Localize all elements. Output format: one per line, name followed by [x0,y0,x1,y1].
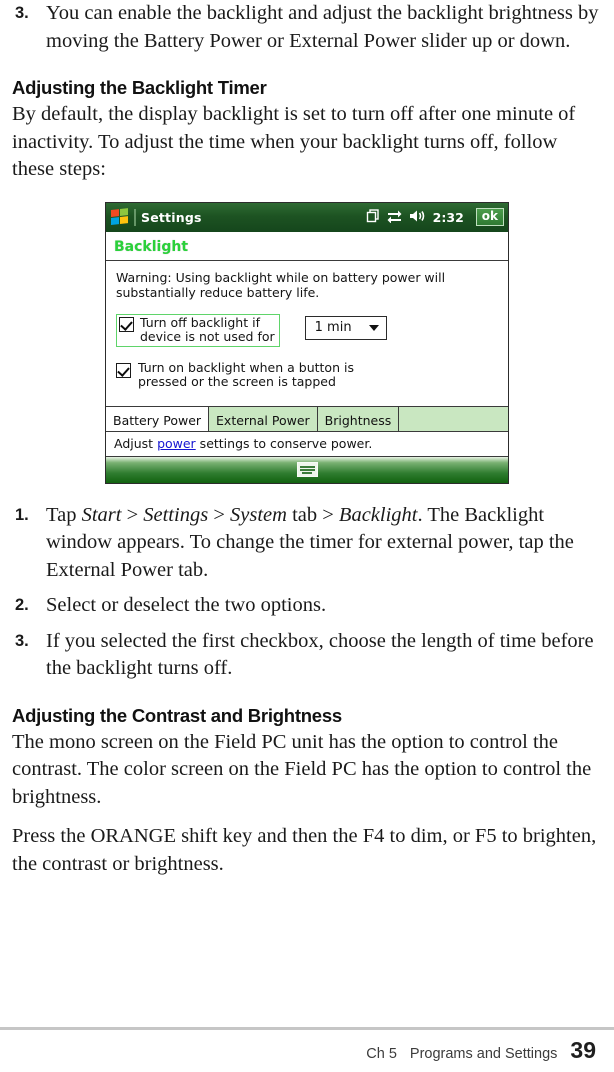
step-segment-italic: Settings [143,503,209,526]
device-clock[interactable]: 2:32 [433,210,464,225]
step-item: 3. If you selected the first checkbox, c… [12,628,602,683]
checkbox-turn-off-backlight[interactable] [119,316,134,332]
timeout-dropdown[interactable]: 1 min [304,315,387,340]
timeout-dropdown-value: 1 min [314,320,352,335]
soft-keyboard-icon[interactable] [296,462,318,477]
tab-battery-power[interactable]: Battery Power [106,406,210,431]
step-number: 2. [15,596,29,614]
step-item: 1. Tap Start > Settings > System tab > B… [12,502,602,585]
page-footer: Ch 5 Programs and Settings 39 [366,1037,596,1064]
titlebar-status-icons: 2:32 ok [366,207,504,227]
copy-icon[interactable] [366,208,380,227]
step-segment-italic: Backlight [338,503,418,526]
device-page-header: Backlight [106,231,508,261]
windows-flag-icon[interactable] [111,208,129,226]
step-segment: > [121,503,144,526]
step-text: Tap Start > Settings > System tab > Back… [46,502,602,585]
option-row-turn-on[interactable]: Turn on backlight when a button is press… [116,359,498,390]
tab-brightness[interactable]: Brightness [318,406,400,431]
option-turn-off-label: Turn off backlight if device is not used… [140,314,275,345]
step-segment: > [208,503,230,526]
step-segment: tab > [286,503,339,526]
device-content: Warning: Using backlight while on batter… [106,260,508,406]
adjust-prefix: Adjust [114,435,158,451]
heading-contrast-brightness: Adjusting the Contrast and Brightness [12,704,342,726]
option-row-turn-off: Turn off backlight if device is not used… [116,313,498,347]
option-turn-on-label-line1: Turn on backlight when a button is [138,359,354,375]
device-app-title: Settings [141,209,202,225]
step-text: If you selected the first checkbox, choo… [46,629,594,680]
volume-icon[interactable] [409,208,425,227]
manual-page: 3. You can enable the backlight and adju… [0,0,614,1072]
adjust-suffix: settings to conserve power. [195,435,373,451]
step-segment-italic: System [230,503,287,526]
footer-divider [0,1027,614,1030]
option-turn-off-backlight[interactable]: Turn off backlight if device is not used… [116,313,280,347]
device-titlebar: Settings 2:32 ok [106,202,508,232]
footer-chapter: Ch 5 [366,1046,397,1062]
option-turn-off-label-line1: Turn off backlight if [140,314,260,330]
steps-list: 1. Tap Start > Settings > System tab > B… [12,502,602,683]
option-turn-on-label: Turn on backlight when a button is press… [138,359,354,390]
paragraph-backlight-timer: By default, the display backlight is set… [12,103,576,180]
option-turn-off-label-line2: device is not used for [140,329,275,344]
footer-page-number: 39 [570,1037,596,1063]
connectivity-icon[interactable] [387,208,402,227]
device-screenshot-figure: Settings 2:32 ok Backlight Warning: Usin… [12,201,602,484]
adjust-power-bar: Adjust power settings to conserve power. [106,430,508,456]
footer-section: Programs and Settings [409,1046,558,1062]
step-text: Select or deselect the two options. [46,594,327,616]
step-item: 2. Select or deselect the two options. [12,592,602,620]
intro-step-text: You can enable the backlight and adjust … [46,2,599,52]
paragraph-contrast-1: The mono screen on the Field PC unit has… [12,730,592,808]
titlebar-divider [134,208,136,226]
step-number: 1. [15,505,29,524]
option-turn-on-label-line2: pressed or the screen is tapped [138,374,336,389]
heading-backlight-timer: Adjusting the Backlight Timer [12,77,267,98]
ok-button[interactable]: ok [475,207,504,227]
power-link[interactable]: power [157,436,196,451]
paragraph-contrast-2: Press the ORANGE shift key and then the … [12,825,597,875]
step-number: 3. [15,631,29,650]
intro-step: 3. You can enable the backlight and adju… [12,0,602,55]
intro-step-number: 3. [15,4,29,22]
device-tab-strip: Battery Power External Power Brightness [106,405,508,431]
backlight-warning-text: Warning: Using backlight while on batter… [116,269,446,300]
tab-strip-filler [399,407,508,431]
step-segment-italic: Start [81,503,122,526]
step-segment: Tap [46,503,82,526]
checkbox-turn-on-backlight[interactable] [116,362,131,378]
device-sip-bar [106,455,508,483]
device-page-title: Backlight [114,238,189,255]
tab-external-power[interactable]: External Power [209,406,318,431]
device-screen: Settings 2:32 ok Backlight Warning: Usin… [105,201,509,484]
chevron-down-icon [368,324,379,331]
